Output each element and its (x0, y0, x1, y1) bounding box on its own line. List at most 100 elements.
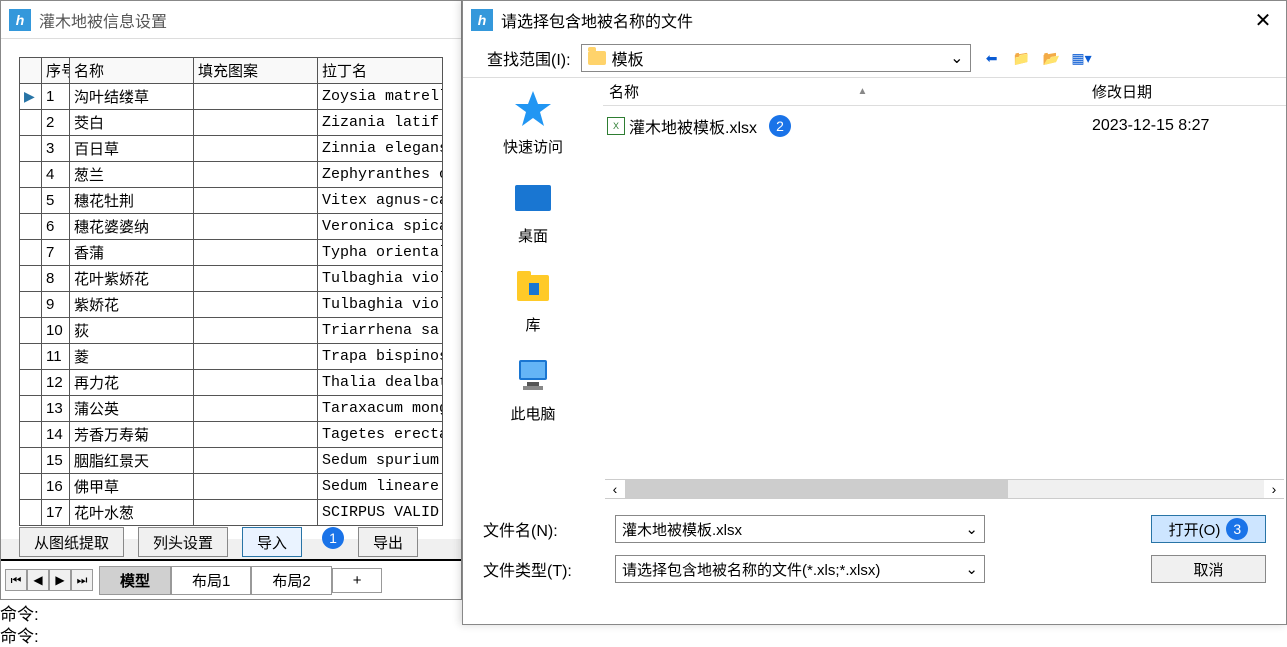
cell-latin[interactable]: Zoysia matrell (318, 84, 443, 110)
table-row[interactable]: 12再力花Thalia dealbat (20, 370, 443, 396)
cancel-button[interactable]: 取消 (1151, 555, 1266, 583)
sidebar-this-pc[interactable]: 此电脑 (510, 355, 555, 424)
import-button[interactable]: 导入 (242, 527, 302, 557)
cell-name[interactable]: 芳香万寿菊 (70, 422, 194, 448)
col-name[interactable]: 名称 (70, 58, 194, 84)
table-row[interactable]: 9紫娇花Tulbaghia viol (20, 292, 443, 318)
new-folder-icon[interactable]: 📂 (1041, 47, 1063, 69)
cell-latin[interactable]: Zinnia elegans (318, 136, 443, 162)
col-fill[interactable]: 填充图案 (194, 58, 318, 84)
cell-latin[interactable]: Thalia dealbat (318, 370, 443, 396)
cell-latin[interactable]: Tulbaghia viol (318, 292, 443, 318)
cell-latin[interactable]: Triarrhena sa (318, 318, 443, 344)
cell-name[interactable]: 菱 (70, 344, 194, 370)
cell-name[interactable]: 穗花婆婆纳 (70, 214, 194, 240)
table-row[interactable]: 17花叶水葱SCIRPUS VALID (20, 500, 443, 526)
table-row[interactable]: 11菱Trapa bispinos (20, 344, 443, 370)
cell-name[interactable]: 再力花 (70, 370, 194, 396)
cell-fill[interactable] (194, 292, 318, 318)
cell-name[interactable]: 茭白 (70, 110, 194, 136)
back-icon[interactable]: ⬅ (981, 47, 1003, 69)
cell-latin[interactable]: Sedum spurium (318, 448, 443, 474)
table-row[interactable]: ▶1沟叶结缕草Zoysia matrell (20, 84, 443, 110)
cell-latin[interactable]: Tagetes erecta (318, 422, 443, 448)
filetype-select[interactable]: 请选择包含地被名称的文件(*.xls;*.xlsx) ⌄ (615, 555, 985, 583)
nav-last-icon[interactable]: ⏭ (71, 569, 93, 591)
table-row[interactable]: 4葱兰Zephyranthes c (20, 162, 443, 188)
col-latin[interactable]: 拉丁名 (318, 58, 443, 84)
cell-name[interactable]: 胭脂红景天 (70, 448, 194, 474)
cell-fill[interactable] (194, 110, 318, 136)
file-col-date[interactable]: 修改日期 (1086, 81, 1286, 102)
table-row[interactable]: 15胭脂红景天Sedum spurium (20, 448, 443, 474)
cell-fill[interactable] (194, 474, 318, 500)
cell-name[interactable]: 香蒲 (70, 240, 194, 266)
cell-name[interactable]: 穗花牡荆 (70, 188, 194, 214)
cell-fill[interactable] (194, 396, 318, 422)
col-selector[interactable] (20, 58, 42, 84)
cell-name[interactable]: 蒲公英 (70, 396, 194, 422)
table-row[interactable]: 3百日草Zinnia elegans (20, 136, 443, 162)
cell-fill[interactable] (194, 162, 318, 188)
table-row[interactable]: 14芳香万寿菊Tagetes erecta (20, 422, 443, 448)
cell-fill[interactable] (194, 370, 318, 396)
tab-add[interactable]: + (332, 568, 383, 593)
cell-fill[interactable] (194, 214, 318, 240)
open-button[interactable]: 打开(O) 3 (1151, 515, 1266, 543)
cell-name[interactable]: 佛甲草 (70, 474, 194, 500)
table-row[interactable]: 10荻Triarrhena sa (20, 318, 443, 344)
cell-fill[interactable] (194, 240, 318, 266)
cell-fill[interactable] (194, 136, 318, 162)
columns-button[interactable]: 列头设置 (138, 527, 228, 557)
file-row[interactable]: X灌木地被模板.xlsx22023-12-15 8:27 (603, 112, 1286, 140)
tab-layout1[interactable]: 布局1 (171, 566, 251, 595)
cell-fill[interactable] (194, 188, 318, 214)
filename-input[interactable]: 灌木地被模板.xlsx ⌄ (615, 515, 985, 543)
cell-latin[interactable]: Tulbaghia viol (318, 266, 443, 292)
scrollbar-thumb[interactable] (625, 480, 1008, 498)
extract-button[interactable]: 从图纸提取 (19, 527, 124, 557)
sidebar-library[interactable]: 库 (512, 266, 554, 335)
table-row[interactable]: 13蒲公英Taraxacum mong (20, 396, 443, 422)
cell-name[interactable]: 葱兰 (70, 162, 194, 188)
cell-name[interactable]: 沟叶结缕草 (70, 84, 194, 110)
cell-latin[interactable]: Trapa bispinos (318, 344, 443, 370)
table-row[interactable]: 6穗花婆婆纳Veronica spica (20, 214, 443, 240)
tab-layout2[interactable]: 布局2 (251, 566, 331, 595)
scroll-right-icon[interactable]: › (1264, 480, 1284, 498)
cell-latin[interactable]: Vitex agnus-ca (318, 188, 443, 214)
cell-fill[interactable] (194, 422, 318, 448)
cell-name[interactable]: 花叶水葱 (70, 500, 194, 526)
cell-latin[interactable]: Sedum lineare (318, 474, 443, 500)
horizontal-scrollbar[interactable]: ‹ › (605, 479, 1284, 499)
file-col-name[interactable]: 名称 ▲ (603, 81, 1086, 102)
scroll-left-icon[interactable]: ‹ (605, 480, 625, 498)
table-row[interactable]: 2茭白Zizania latif (20, 110, 443, 136)
table-row[interactable]: 16佛甲草Sedum lineare (20, 474, 443, 500)
view-menu-icon[interactable]: ▦▾ (1071, 47, 1093, 69)
cell-fill[interactable] (194, 266, 318, 292)
cell-latin[interactable]: Zephyranthes c (318, 162, 443, 188)
cell-name[interactable]: 荻 (70, 318, 194, 344)
table-row[interactable]: 7香蒲Typha oriental (20, 240, 443, 266)
nav-first-icon[interactable]: ⏮ (5, 569, 27, 591)
cell-latin[interactable]: Taraxacum mong (318, 396, 443, 422)
scrollbar-track[interactable] (625, 480, 1264, 498)
cell-latin[interactable]: SCIRPUS VALID (318, 500, 443, 526)
cell-latin[interactable]: Veronica spica (318, 214, 443, 240)
file-list[interactable]: X灌木地被模板.xlsx22023-12-15 8:27 (603, 106, 1286, 479)
cell-fill[interactable] (194, 84, 318, 110)
tab-model[interactable]: 模型 (99, 566, 171, 595)
command-line-2[interactable]: 命令: (0, 622, 39, 647)
sidebar-quick-access[interactable]: 快速访问 (503, 88, 563, 157)
cell-fill[interactable] (194, 318, 318, 344)
lookin-select[interactable]: 模板 ⌄ (581, 44, 971, 72)
cell-fill[interactable] (194, 448, 318, 474)
table-row[interactable]: 8花叶紫娇花Tulbaghia viol (20, 266, 443, 292)
export-button[interactable]: 导出 (358, 527, 418, 557)
col-index[interactable]: 序号 (42, 58, 70, 84)
up-folder-icon[interactable]: 📁 (1011, 47, 1033, 69)
sidebar-desktop[interactable]: 桌面 (512, 177, 554, 246)
cell-name[interactable]: 百日草 (70, 136, 194, 162)
cell-fill[interactable] (194, 344, 318, 370)
